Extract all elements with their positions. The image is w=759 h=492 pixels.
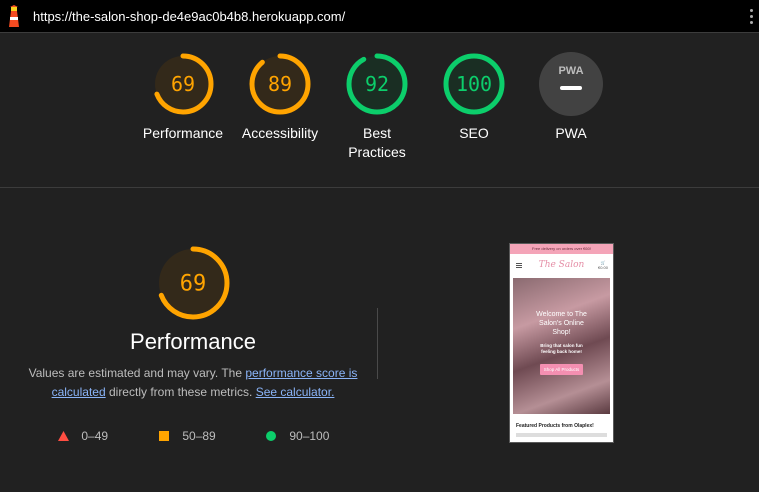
hero-title: Welcome to The Salon's Online Shop! (536, 311, 587, 336)
gauge-performance-ring: 69 (152, 53, 214, 115)
gauge-accessibility-ring: 89 (249, 53, 311, 115)
gauge-pwa[interactable]: PWA PWA (521, 52, 621, 143)
performance-title: Performance (130, 329, 256, 354)
product-strip (516, 433, 607, 437)
delivery-banner: Free delivery on orders over €60! (510, 244, 613, 254)
gauge-best-practices-ring: 92 (346, 53, 408, 115)
gauge-seo[interactable]: 100 SEO (424, 52, 524, 143)
shop-all-button: Shop All Products (539, 364, 584, 375)
gauge-label: SEO (459, 125, 489, 141)
gauge-score: 69 (171, 72, 195, 96)
site-header: The Salon 🛒 €0.00 (510, 254, 613, 278)
page-url[interactable]: https://the-salon-shop-de4e9ac0b4b8.hero… (33, 9, 345, 24)
hero-subtitle: Bring that salon fun feeling back home! (540, 343, 583, 354)
triangle-icon (58, 431, 69, 441)
legend-pass: 90–100 (266, 429, 329, 443)
performance-summary: 69 Performance Values are estimated and … (0, 245, 386, 402)
circle-icon (266, 431, 276, 441)
see-calculator-link[interactable]: See calculator. (256, 385, 335, 399)
lighthouse-icon (9, 5, 19, 27)
cart-icon: 🛒 €0.00 (597, 260, 608, 270)
gauge-score: 92 (365, 72, 389, 96)
more-options-icon[interactable] (750, 9, 754, 25)
gauge-label: Performance (142, 125, 224, 141)
gauge-score: 69 (180, 272, 207, 297)
url-bar: https://the-salon-shop-de4e9ac0b4b8.hero… (0, 0, 759, 33)
legend-range: 90–100 (289, 429, 330, 443)
final-screenshot[interactable]: Free delivery on orders over €60! The Sa… (509, 243, 614, 443)
square-icon (159, 431, 169, 441)
legend-range: 50–89 (182, 429, 216, 443)
pwa-text: PWA (558, 65, 583, 77)
performance-description: Values are estimated and may vary. The p… (28, 364, 358, 402)
legend-fail: 0–49 (58, 429, 108, 443)
gauge-label: Accessibility (241, 125, 319, 141)
gauge-best-practices[interactable]: 92 Best Practices (327, 52, 427, 162)
gauge-label: Best Practices (348, 125, 406, 160)
description-text: directly from these metrics. (105, 385, 256, 399)
pwa-dash (560, 86, 582, 90)
gauge-performance[interactable]: 69 Performance (133, 52, 233, 143)
section-divider (0, 187, 759, 188)
cart-total: €0.00 (597, 265, 608, 270)
legend-range: 0–49 (81, 429, 109, 443)
gauge-pwa-ring: PWA (539, 52, 603, 116)
performance-gauge: 69 (156, 246, 230, 320)
gauge-accessibility[interactable]: 89 Accessibility (230, 52, 330, 143)
featured-heading: Featured Products from Olaplex! (516, 423, 594, 429)
pwa-badge (539, 52, 603, 116)
vertical-divider (377, 308, 378, 379)
gauge-seo-ring: 100 (443, 53, 505, 115)
gauge-label: PWA (555, 125, 587, 141)
description-text: Values are estimated and may vary. The (28, 366, 246, 380)
gauge-score: 100 (456, 72, 492, 96)
legend-average: 50–89 (159, 429, 216, 443)
hero-banner: Welcome to The Salon's Online Shop! Brin… (513, 278, 610, 414)
gauge-score: 89 (268, 72, 292, 96)
